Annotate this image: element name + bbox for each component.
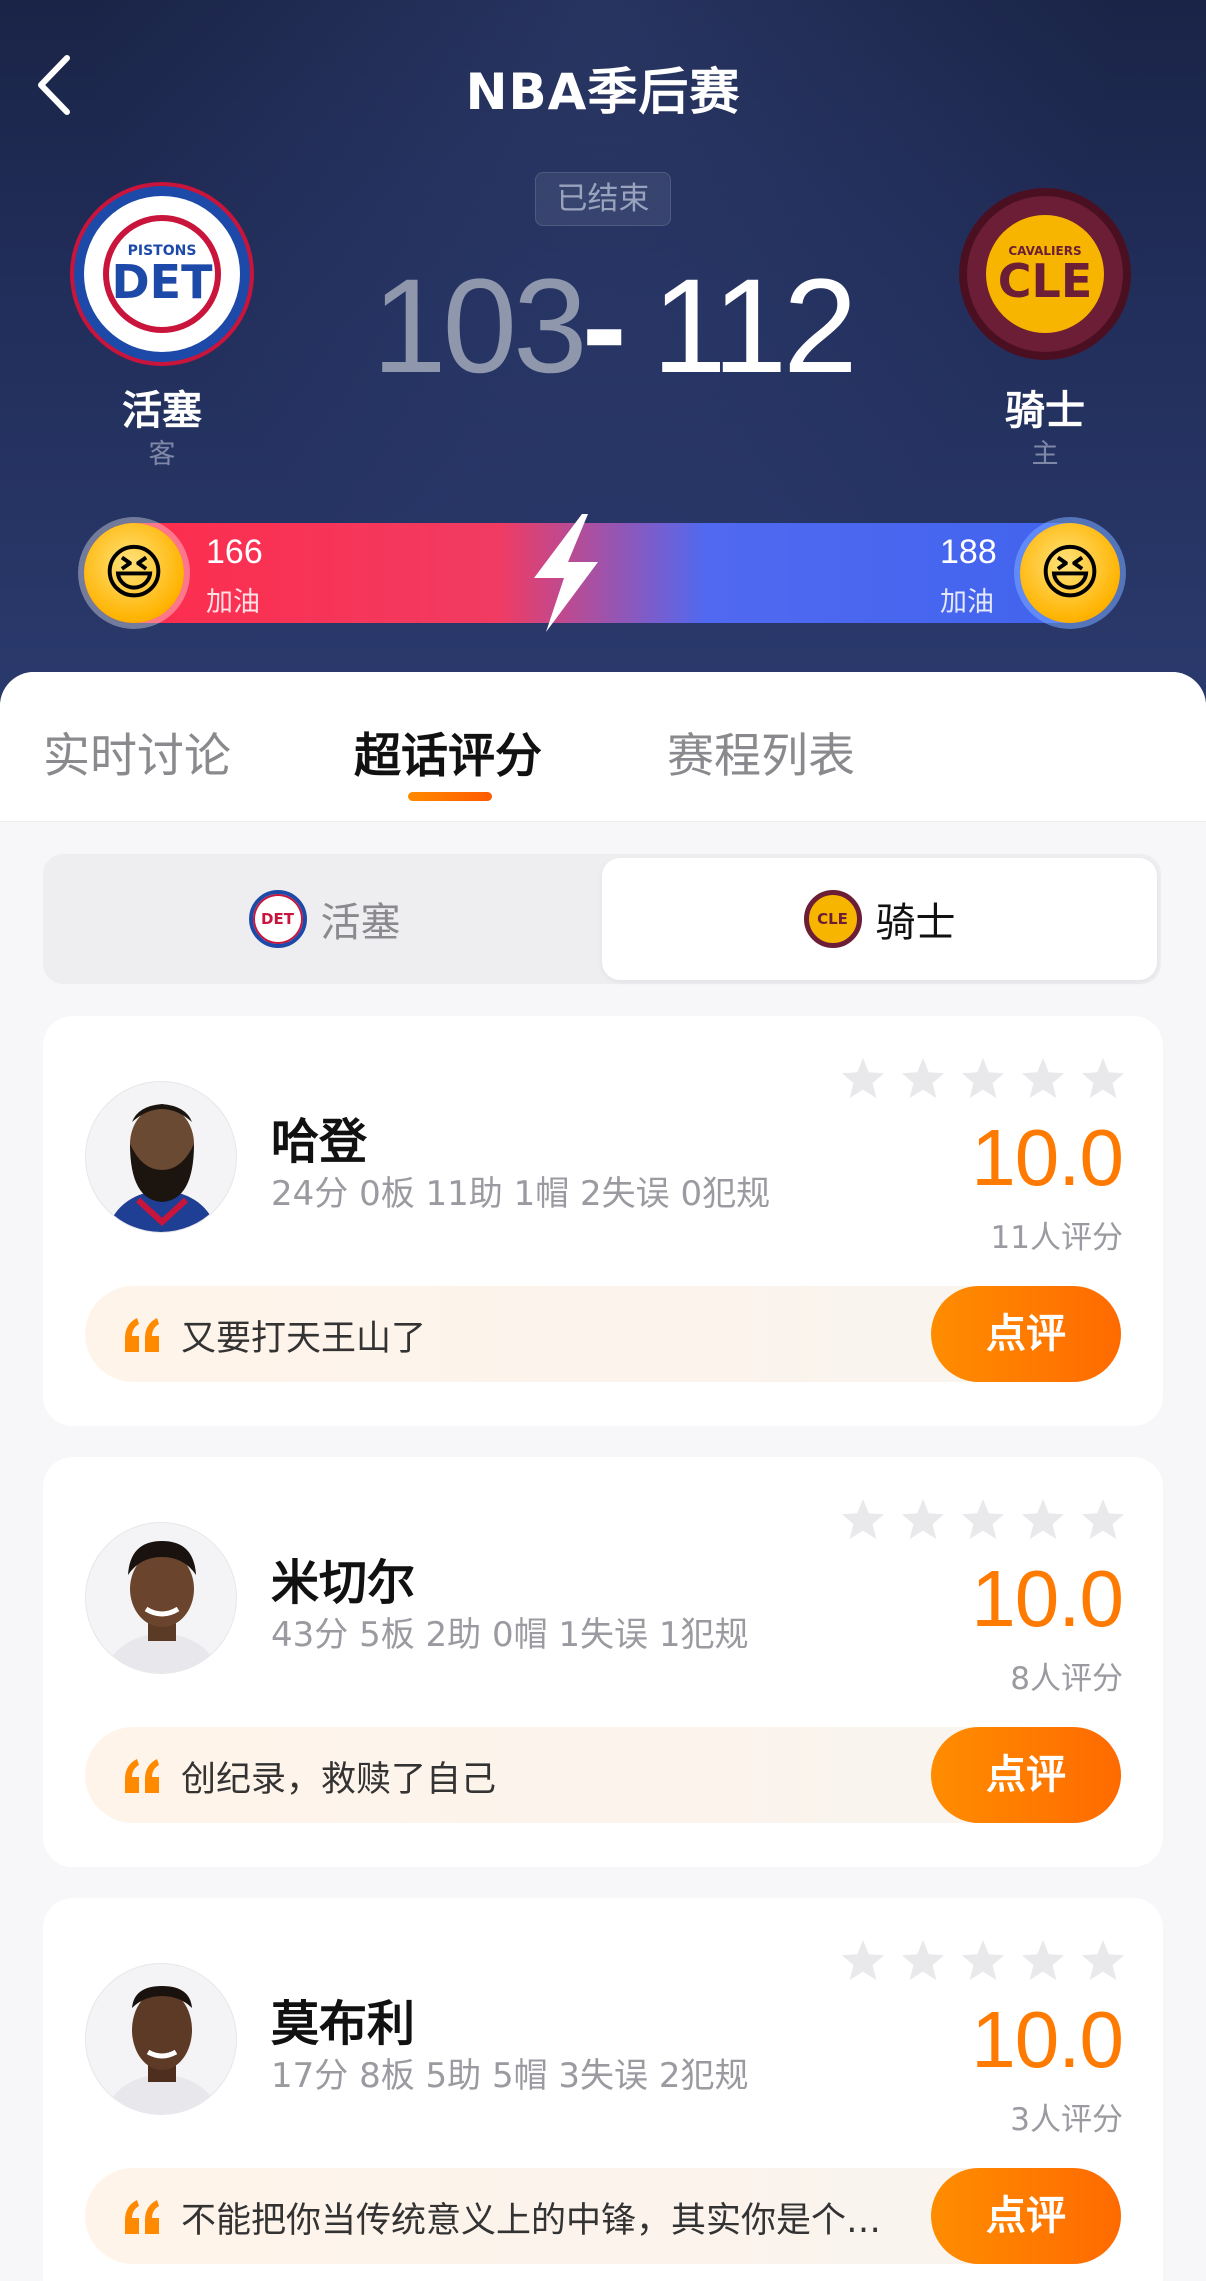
away-team-logo[interactable]: PISTONS DET	[84, 196, 240, 352]
player-stats: 43分 5板 2助 0帽 1失误 1犯规	[271, 1615, 749, 1655]
content-panel: 实时讨论 超话评分 赛程列表 DET 活塞 CLE 骑士 哈登 24分 0板 1	[0, 672, 1206, 2281]
page-title: NBA季后赛	[465, 63, 741, 121]
player-photo-icon	[86, 1523, 236, 1673]
star-rating[interactable]	[833, 1056, 1133, 1106]
star-icon[interactable]	[1073, 1497, 1133, 1547]
away-cheer-button[interactable]: 😆	[84, 523, 184, 623]
star-icon[interactable]	[953, 1497, 1013, 1547]
player-avatar	[85, 1081, 237, 1233]
cavaliers-logo-icon: CAVALIERS CLE	[986, 215, 1104, 333]
star-icon[interactable]	[1073, 1938, 1133, 1988]
home-cheer-count: 188	[940, 533, 997, 571]
star-icon[interactable]	[893, 1938, 953, 1988]
player-stats: 17分 8板 5助 5帽 3失误 2犯规	[271, 2056, 749, 2096]
player-name: 莫布利	[271, 1996, 416, 2052]
review-button[interactable]: 点评	[931, 1727, 1121, 1823]
rating-count: 3人评分	[1010, 2102, 1123, 2138]
team-toggle: DET 活塞 CLE 骑士	[43, 854, 1161, 984]
cavaliers-logo-icon: CLE	[803, 890, 862, 948]
star-icon[interactable]	[893, 1056, 953, 1106]
tab-schedule[interactable]: 赛程列表	[667, 717, 855, 786]
player-stats: 24分 0板 11助 1帽 2失误 0犯规	[271, 1174, 771, 1214]
player-avatar	[85, 1522, 237, 1674]
player-photo-icon	[86, 1082, 236, 1232]
home-logo-abbr: CLE	[997, 254, 1093, 308]
player-name: 哈登	[271, 1114, 368, 1170]
pistons-logo-icon: PISTONS DET	[103, 215, 221, 333]
comment-text: 创纪录，救赎了自己	[181, 1760, 497, 1800]
home-score: 112	[652, 252, 858, 401]
away-score: 103	[372, 252, 588, 401]
player-avatar	[85, 1963, 237, 2115]
comment-text: 不能把你当传统意义上的中锋，其实你是个…	[181, 2201, 882, 2241]
review-button[interactable]: 点评	[931, 2168, 1121, 2264]
player-photo-icon	[86, 1964, 236, 2114]
team-toggle-away-label: 活塞	[320, 900, 401, 946]
team-toggle-home-label: 骑士	[875, 900, 956, 946]
game-status-badge: 已结束	[535, 172, 671, 226]
star-icon[interactable]	[893, 1497, 953, 1547]
star-rating[interactable]	[833, 1938, 1133, 1988]
home-cheer-button[interactable]: 😆	[1020, 523, 1120, 623]
away-team-role: 客	[148, 439, 176, 470]
player-card[interactable]: 莫布利 17分 8板 5助 5帽 3失误 2犯规 10.0 3人评分 不能把你当…	[43, 1898, 1163, 2281]
star-icon[interactable]	[1013, 1056, 1073, 1106]
star-rating[interactable]	[833, 1497, 1133, 1547]
star-icon[interactable]	[1013, 1938, 1073, 1988]
star-icon[interactable]	[833, 1056, 893, 1106]
rating-count: 8人评分	[1010, 1661, 1123, 1697]
away-team-name: 活塞	[122, 388, 202, 434]
player-name: 米切尔	[271, 1555, 416, 1611]
tab-live-discussion[interactable]: 实时讨论	[43, 717, 231, 786]
quote-icon	[125, 1318, 159, 1352]
team-toggle-home[interactable]: CLE 骑士	[602, 858, 1157, 980]
excited-face-icon: 😆	[1038, 538, 1102, 608]
tab-ratings[interactable]: 超话评分	[354, 717, 542, 786]
away-cheer-label: 加油	[206, 587, 260, 618]
score-separator: -	[582, 252, 627, 401]
home-team-role: 主	[1031, 439, 1059, 470]
player-rating: 10.0	[971, 1995, 1124, 2084]
away-cheer-count: 166	[206, 533, 263, 571]
player-card[interactable]: 哈登 24分 0板 11助 1帽 2失误 0犯规 10.0 11人评分 又要打天…	[43, 1016, 1163, 1426]
star-icon[interactable]	[953, 1056, 1013, 1106]
star-icon[interactable]	[1013, 1497, 1073, 1547]
home-team-name: 骑士	[1005, 388, 1085, 434]
home-cheer-label: 加油	[940, 587, 994, 618]
star-icon[interactable]	[833, 1497, 893, 1547]
tab-bar: 实时讨论 超话评分 赛程列表	[0, 672, 1206, 822]
quote-icon	[125, 2200, 159, 2234]
team-toggle-away[interactable]: DET 活塞	[47, 858, 602, 980]
player-card[interactable]: 米切尔 43分 5板 2助 0帽 1失误 1犯规 10.0 8人评分 创纪录，救…	[43, 1457, 1163, 1867]
pistons-logo-icon: DET	[248, 890, 307, 948]
star-icon[interactable]	[953, 1938, 1013, 1988]
excited-face-icon: 😆	[102, 538, 166, 608]
star-icon[interactable]	[833, 1938, 893, 1988]
rating-count: 11人评分	[990, 1220, 1123, 1256]
lightning-icon	[534, 514, 598, 632]
away-logo-abbr: DET	[111, 255, 213, 309]
player-rating: 10.0	[971, 1554, 1124, 1643]
active-tab-indicator	[408, 792, 492, 801]
home-team-logo[interactable]: CAVALIERS CLE	[967, 196, 1123, 352]
review-button[interactable]: 点评	[931, 1286, 1121, 1382]
comment-text: 又要打天王山了	[181, 1319, 427, 1359]
quote-icon	[125, 1759, 159, 1793]
star-icon[interactable]	[1073, 1056, 1133, 1106]
player-rating: 10.0	[971, 1113, 1124, 1202]
